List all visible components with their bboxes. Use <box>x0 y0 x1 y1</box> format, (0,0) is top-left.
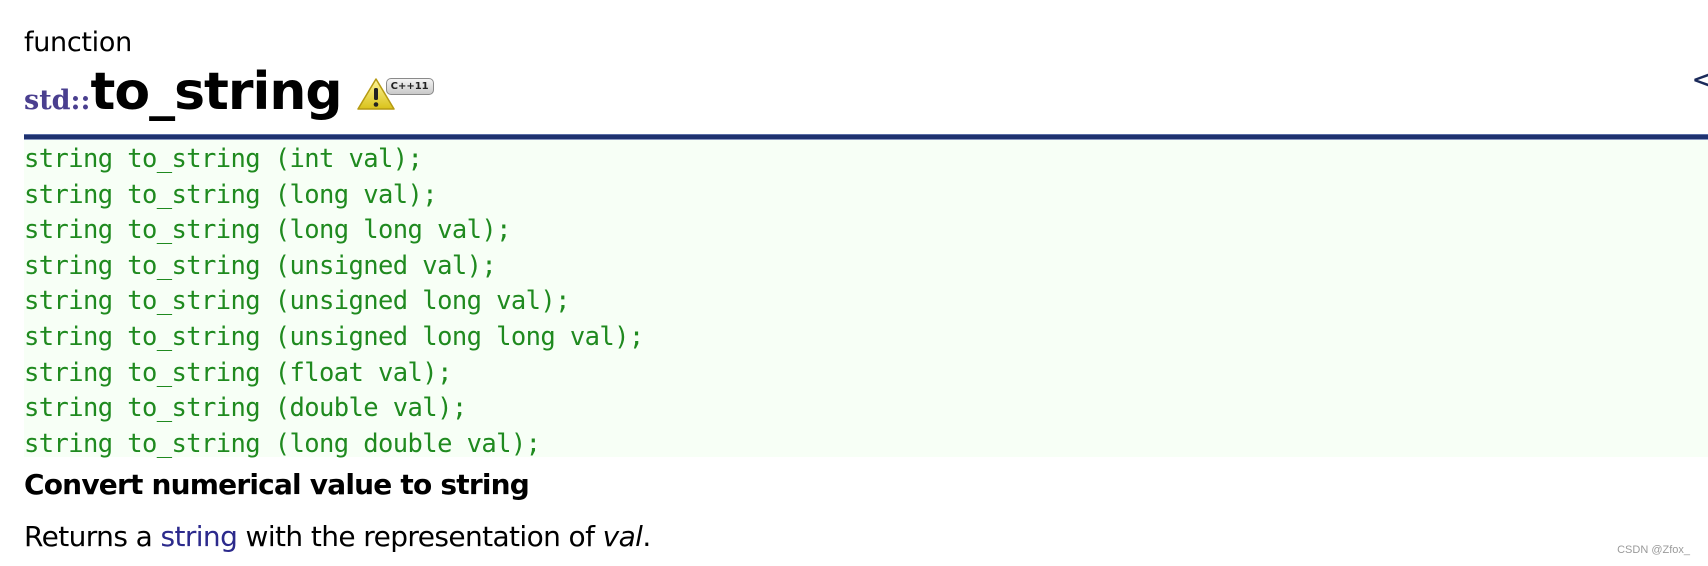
page-title: std:: to_string C++11 <box>24 62 434 122</box>
description-suffix: . <box>642 520 651 553</box>
prototype-line: string to_string (float val); <box>24 357 452 388</box>
function-summary: Convert numerical value to string <box>24 468 530 501</box>
prototype-line: string to_string (unsigned long val); <box>24 286 570 317</box>
description-middle: with the representation of <box>237 520 603 553</box>
prototype-line: string to_string (unsigned long long val… <box>24 321 644 352</box>
namespace-prefix: std:: <box>24 85 91 116</box>
function-name: to_string <box>90 62 343 122</box>
prototypes-code-block: string to_string (int val); string to_st… <box>24 140 1708 459</box>
description-prefix: Returns a <box>24 520 161 553</box>
standard-tag[interactable]: C++11 <box>385 78 434 95</box>
function-description: Returns a string with the representation… <box>24 520 651 553</box>
param-name: val <box>602 520 643 553</box>
entity-kind-label: function <box>24 27 132 58</box>
header-link[interactable]: <string> <box>1692 68 1708 93</box>
watermark: CSDN @Zfox_ <box>1617 544 1690 556</box>
prototype-line: string to_string (long double val); <box>24 428 541 459</box>
prototype-line: string to_string (long long val); <box>24 215 511 246</box>
prototype-line: string to_string (long val); <box>24 179 438 210</box>
prototype-line: string to_string (double val); <box>24 393 467 424</box>
prototype-line: string to_string (unsigned val); <box>24 250 497 281</box>
cpp11-badge: C++11 <box>356 77 434 111</box>
prototype-line: string to_string (int val); <box>24 144 423 174</box>
string-link[interactable]: string <box>160 520 237 553</box>
